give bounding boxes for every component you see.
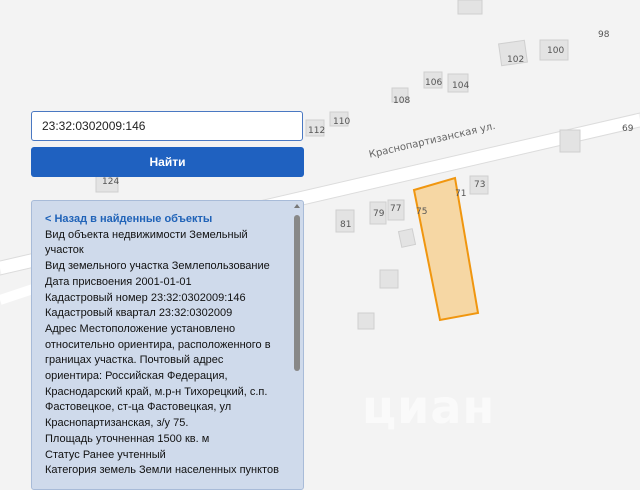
building [397, 228, 417, 248]
back-to-results-link[interactable]: < Назад в найденные объекты [45, 212, 290, 228]
info-panel: < Назад в найденные объекты Вид объекта … [31, 200, 304, 490]
house-number: 102 [507, 55, 525, 65]
house-number: 75 [416, 207, 428, 217]
house-number: 69 [622, 124, 634, 134]
house-number: 77 [390, 204, 402, 214]
house-number: 104 [452, 81, 470, 91]
info-line: Дата присвоения 2001-01-01 [45, 275, 192, 288]
info-line: Фастовецкое, ст-ца Фастовецкая, ул [45, 401, 232, 414]
info-line: границах участка. Почтовый адрес [45, 354, 224, 367]
info-line: Площадь уточненная 1500 кв. м [45, 432, 210, 445]
scroll-up-arrow-icon[interactable] [294, 204, 300, 208]
building [559, 129, 581, 153]
house-number: 98 [598, 30, 610, 40]
info-line: Вид объекта недвижимости Земельный [45, 228, 248, 241]
info-line: относительно ориентира, расположенного в [45, 338, 271, 351]
house-number: 100 [547, 46, 565, 56]
building [357, 312, 375, 330]
scrollbar-thumb[interactable] [294, 215, 300, 371]
parcel-highlight [412, 176, 480, 322]
house-number: 106 [425, 78, 443, 88]
info-line: Адрес Местоположение установлено [45, 322, 236, 335]
info-line: участок [45, 244, 84, 257]
info-line: Вид земельного участка Землепользование [45, 260, 270, 273]
house-number: 71 [455, 189, 467, 199]
info-line: Кадастровый номер 23:32:0302009:146 [45, 291, 246, 304]
building [457, 0, 483, 15]
house-number: 108 [393, 96, 411, 106]
cian-watermark: циан [362, 380, 496, 434]
cadastral-search-input[interactable] [31, 111, 303, 141]
info-line: Статус Ранее учтенный [45, 448, 166, 461]
house-number: 81 [340, 220, 352, 230]
house-number: 112 [308, 126, 326, 136]
find-button[interactable]: Найти [31, 147, 304, 177]
info-content: < Назад в найденные объекты Вид объекта … [45, 212, 290, 479]
house-number: 73 [474, 180, 486, 190]
building [379, 269, 399, 289]
info-line: Краснопартизанская, з/у 75. [45, 417, 189, 430]
house-number: 124 [102, 177, 120, 187]
house-number: 79 [373, 209, 385, 219]
info-line: Краснодарский край, м.р-н Тихорецкий, с.… [45, 385, 268, 398]
house-number: 110 [333, 117, 351, 127]
info-line: Кадастровый квартал 23:32:0302009 [45, 307, 233, 320]
info-line: Категория земель Земли населенных пункто… [45, 464, 279, 477]
info-line: ориентира: Российская Федерация, [45, 370, 228, 383]
